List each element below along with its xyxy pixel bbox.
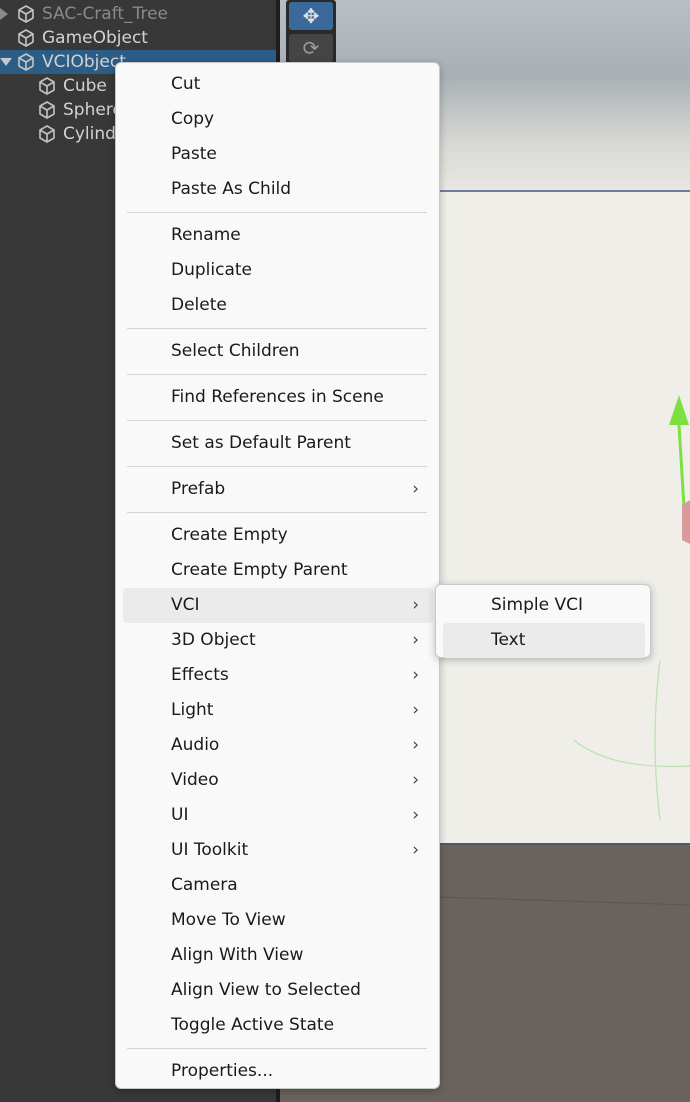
menu-item-effects[interactable]: Effects › — [123, 658, 433, 693]
menu-item-label: VCI — [171, 595, 200, 615]
menu-item-move-to-view[interactable]: Move To View — [123, 903, 433, 938]
menu-item-label: Create Empty Parent — [171, 560, 348, 580]
menu-separator — [127, 512, 427, 513]
menu-item-label: Align View to Selected — [171, 980, 361, 1000]
submenu-item-simple-vci[interactable]: Simple VCI — [443, 588, 645, 623]
gizmo-rotation-arc — [654, 659, 661, 821]
menu-item-cut[interactable]: Cut — [123, 67, 433, 102]
menu-item-find-references-in-scene[interactable]: Find References in Scene — [123, 380, 433, 415]
submenu-item-label: Simple VCI — [491, 595, 583, 615]
menu-item-copy[interactable]: Copy — [123, 102, 433, 137]
chevron-right-icon: › — [412, 700, 419, 720]
scene-toolstrip: ✥ ⟳ — [286, 0, 336, 66]
menu-separator — [127, 374, 427, 375]
menu-item-align-view-to-selected[interactable]: Align View to Selected — [123, 973, 433, 1008]
hierarchy-context-menu: Cut Copy Paste Paste As Child Rename Duplicat… — [115, 62, 440, 1089]
hierarchy-row-label: Cube — [63, 76, 107, 96]
menu-item-duplicate[interactable]: Duplicate — [123, 253, 433, 288]
menu-item-label: Video — [171, 770, 219, 790]
menu-item-select-children[interactable]: Select Children — [123, 334, 433, 369]
menu-item-label: 3D Object — [171, 630, 256, 650]
menu-item-label: Delete — [171, 295, 227, 315]
menu-item-label: Audio — [171, 735, 220, 755]
menu-item-camera[interactable]: Camera — [123, 868, 433, 903]
menu-item-label: Camera — [171, 875, 238, 895]
menu-item-label: Prefab — [171, 479, 226, 499]
menu-item-label: Rename — [171, 225, 241, 245]
menu-item-prefab[interactable]: Prefab › — [123, 472, 433, 507]
menu-item-label: Set as Default Parent — [171, 433, 351, 453]
menu-separator — [127, 212, 427, 213]
menu-item-ui[interactable]: UI › — [123, 798, 433, 833]
menu-item-toggle-active-state[interactable]: Toggle Active State — [123, 1008, 433, 1043]
menu-item-label: Create Empty — [171, 525, 288, 545]
menu-separator — [127, 466, 427, 467]
expand-arrow-icon[interactable] — [0, 58, 12, 66]
menu-item-paste[interactable]: Paste — [123, 137, 433, 172]
menu-item-delete[interactable]: Delete — [123, 288, 433, 323]
hierarchy-row-label: Sphere — [63, 100, 123, 120]
menu-item-light[interactable]: Light › — [123, 693, 433, 728]
hierarchy-row-label: VCIObject — [42, 52, 126, 72]
menu-item-label: Copy — [171, 109, 215, 129]
menu-item-label: Duplicate — [171, 260, 252, 280]
menu-item-paste-as-child[interactable]: Paste As Child — [123, 172, 433, 207]
submenu-item-label: Text — [491, 630, 526, 650]
menu-item-label: UI Toolkit — [171, 840, 249, 860]
chevron-right-icon: › — [412, 840, 419, 860]
menu-item-label: Properties... — [171, 1061, 274, 1081]
menu-item-label: UI — [171, 805, 189, 825]
menu-item-label: Select Children — [171, 341, 300, 361]
hierarchy-row-label: SAC-Craft_Tree — [42, 4, 168, 24]
chevron-right-icon: › — [412, 595, 419, 615]
hierarchy-row-gameobject[interactable]: GameObject — [0, 26, 276, 50]
gameobject-icon — [37, 76, 57, 96]
menu-separator — [127, 328, 427, 329]
gizmo-rotation-circle — [573, 739, 690, 768]
menu-item-label: Find References in Scene — [171, 387, 384, 407]
menu-item-align-with-view[interactable]: Align With View — [123, 938, 433, 973]
menu-separator — [127, 420, 427, 421]
gizmo-center-box — [682, 500, 690, 544]
chevron-right-icon: › — [412, 735, 419, 755]
rotate-tool-icon[interactable]: ⟳ — [289, 34, 333, 62]
menu-item-set-as-default-parent[interactable]: Set as Default Parent — [123, 426, 433, 461]
hierarchy-row-sac-craft-tree[interactable]: SAC-Craft_Tree — [0, 2, 276, 26]
hierarchy-row-label: GameObject — [42, 28, 148, 48]
gameobject-icon — [16, 28, 36, 48]
menu-item-label: Light — [171, 700, 214, 720]
menu-item-create-empty[interactable]: Create Empty — [123, 518, 433, 553]
menu-item-3d-object[interactable]: 3D Object › — [123, 623, 433, 658]
menu-separator — [127, 1048, 427, 1049]
menu-item-label: Move To View — [171, 910, 286, 930]
menu-item-ui-toolkit[interactable]: UI Toolkit › — [123, 833, 433, 868]
menu-item-vci[interactable]: VCI › — [123, 588, 433, 623]
gameobject-icon — [37, 124, 57, 144]
chevron-right-icon: › — [412, 805, 419, 825]
gizmo-y-arrow-head — [669, 395, 689, 425]
menu-item-audio[interactable]: Audio › — [123, 728, 433, 763]
menu-item-video[interactable]: Video › — [123, 763, 433, 798]
collapse-arrow-icon[interactable] — [0, 8, 8, 20]
chevron-right-icon: › — [412, 630, 419, 650]
menu-item-label: Align With View — [171, 945, 304, 965]
gameobject-icon — [16, 4, 36, 24]
menu-item-label: Cut — [171, 74, 201, 94]
menu-item-label: Paste — [171, 144, 217, 164]
menu-item-label: Effects — [171, 665, 229, 685]
gameobject-icon — [37, 100, 57, 120]
chevron-right-icon: › — [412, 665, 419, 685]
vci-submenu: Simple VCI Text — [435, 584, 651, 658]
menu-item-properties[interactable]: Properties... — [123, 1054, 433, 1089]
menu-item-label: Toggle Active State — [171, 1015, 335, 1035]
gameobject-icon — [16, 52, 36, 72]
chevron-right-icon: › — [412, 479, 419, 499]
move-tool-icon[interactable]: ✥ — [289, 2, 333, 30]
menu-item-rename[interactable]: Rename — [123, 218, 433, 253]
chevron-right-icon: › — [412, 770, 419, 790]
submenu-item-text[interactable]: Text — [443, 623, 645, 658]
menu-item-label: Paste As Child — [171, 179, 292, 199]
menu-item-create-empty-parent[interactable]: Create Empty Parent — [123, 553, 433, 588]
